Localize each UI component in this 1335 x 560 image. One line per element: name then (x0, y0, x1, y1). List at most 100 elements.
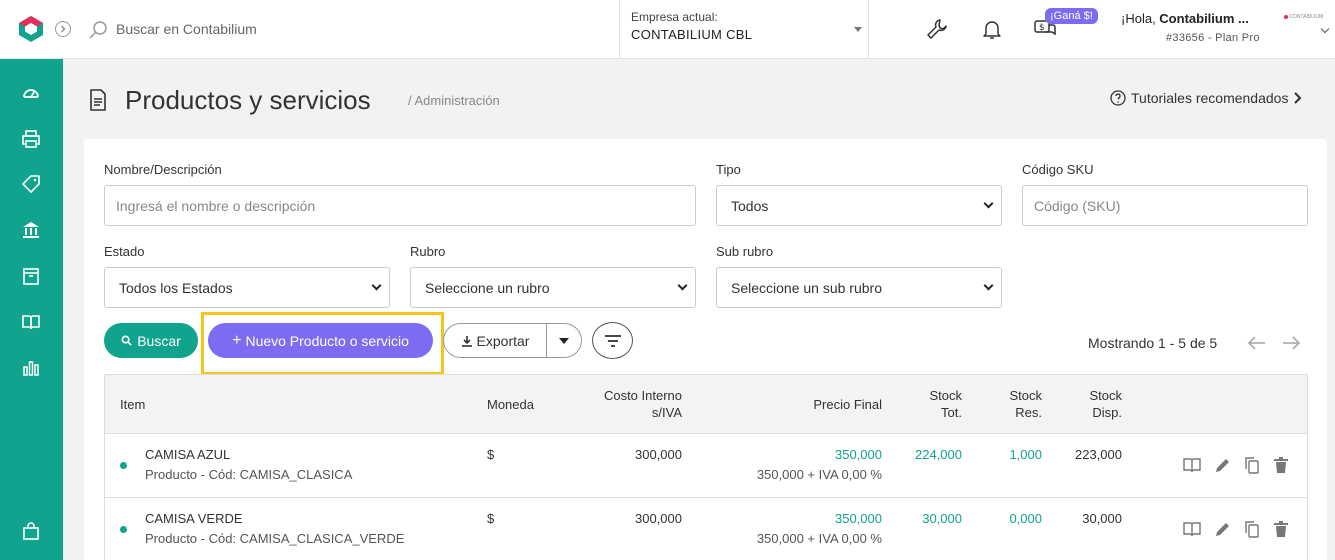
user-greeting[interactable]: ¡Hola, Contabilium ... (1121, 11, 1249, 26)
page-title: Productos y servicios (125, 85, 371, 115)
chevron-right-icon (1294, 92, 1302, 104)
earn-badge[interactable]: ¡Ganá $! (1045, 8, 1098, 24)
product-cost: 300,000 (635, 511, 682, 526)
stock-total[interactable]: 30,000 (905, 511, 962, 526)
company-selector[interactable]: Empresa actual: CONTABILIUM CBL (619, 0, 869, 59)
stock-total[interactable]: 224,000 (905, 447, 962, 462)
app-logo[interactable] (17, 15, 45, 43)
edit-icon[interactable] (1214, 520, 1232, 538)
company-value: CONTABILIUM CBL (631, 27, 753, 42)
sidebar-item-printer[interactable] (20, 128, 42, 150)
sku-filter-input[interactable] (1022, 185, 1308, 226)
printer-icon (22, 130, 40, 148)
book-icon[interactable] (1183, 520, 1201, 538)
chevron-right-icon (61, 25, 66, 33)
search-button[interactable]: Buscar (104, 323, 198, 358)
status-dot (120, 526, 127, 533)
user-menu-chevron-icon[interactable] (1320, 24, 1330, 34)
sidebar-item-dashboard[interactable] (20, 82, 42, 104)
product-price-detail: 350,000 + IVA 0,00 % (756, 467, 882, 482)
table-header: Item Moneda Costo Interno s/IVA Precio F… (105, 375, 1307, 434)
chevron-down-icon (983, 280, 994, 291)
header-stock-tot[interactable]: Stock Tot. (905, 387, 962, 421)
bell-icon[interactable] (980, 17, 1004, 41)
global-search-input[interactable] (116, 18, 416, 40)
header-stock-res[interactable]: Stock Res. (985, 387, 1042, 421)
pagination-summary: Mostrando 1 - 5 de 5 (1088, 335, 1218, 351)
svg-text:$: $ (1039, 23, 1045, 33)
export-button-label: Exportar (476, 332, 530, 349)
rubro-select[interactable]: Seleccione un rubro (410, 267, 696, 308)
new-product-button[interactable]: + Nuevo Producto o servicio (208, 323, 433, 358)
subrubro-select[interactable]: Seleccione un sub rubro (716, 267, 1002, 308)
arrow-right-icon[interactable] (1281, 334, 1301, 352)
arrow-left-icon[interactable] (1247, 334, 1267, 352)
recommended-tutorials-link[interactable]: Tutoriales recomendados (1110, 90, 1303, 106)
product-currency: $ (487, 447, 495, 462)
copy-icon[interactable] (1243, 456, 1261, 474)
product-name[interactable]: CAMISA VERDE (145, 511, 243, 526)
edit-icon[interactable] (1214, 456, 1232, 474)
header-item[interactable]: Item (120, 396, 145, 413)
filter-icon (604, 334, 621, 347)
document-icon (90, 89, 106, 111)
estado-select[interactable]: Todos los Estados (104, 267, 390, 308)
collapse-sidebar-button[interactable] (55, 21, 71, 37)
caret-down-icon (559, 337, 569, 344)
advanced-filter-button[interactable] (592, 322, 633, 359)
estado-filter-label: Estado (104, 244, 145, 259)
search-icon (121, 335, 132, 346)
help-circle-icon (1110, 90, 1126, 106)
product-detail: Producto - Cód: CAMISA_CLASICA (145, 467, 353, 482)
name-filter-input[interactable] (104, 185, 696, 226)
header-stock-disp[interactable]: Stock Disp. (1065, 387, 1122, 421)
dashboard-icon (23, 89, 39, 98)
plus-icon: + (232, 331, 242, 349)
name-filter-label: Nombre/Descripción (104, 162, 222, 177)
rubro-filter-label: Rubro (410, 244, 446, 259)
product-name[interactable]: CAMISA AZUL (145, 447, 230, 462)
book-icon (22, 315, 40, 330)
header-stock-tot-line2: Tot. (941, 405, 962, 420)
table-row[interactable]: CAMISA VERDE Producto - Cód: CAMISA_CLAS… (105, 498, 1307, 560)
company-mini-logo: CONTABILIUM (1284, 14, 1323, 20)
sidebar-item-bank[interactable] (20, 219, 42, 241)
product-price[interactable]: 350,000 (705, 447, 882, 462)
tipo-select[interactable]: Todos (716, 185, 1002, 226)
stock-reserved[interactable]: 0,000 (985, 511, 1042, 526)
product-price[interactable]: 350,000 (705, 511, 882, 526)
stock-available: 30,000 (1082, 511, 1122, 526)
chevron-down-icon (371, 280, 382, 291)
sidebar-item-book[interactable] (20, 311, 42, 333)
plan-info: #33656 - Plan Pro (1166, 32, 1260, 44)
sidebar-item-reports[interactable] (20, 357, 42, 379)
product-currency: $ (487, 511, 495, 526)
sidebar-item-tags[interactable] (20, 173, 42, 195)
caret-down-icon (854, 27, 862, 32)
header-costo-line2: s/IVA (651, 405, 682, 420)
book-icon[interactable] (1183, 456, 1201, 474)
header-precio[interactable]: Precio Final (765, 396, 882, 413)
header-moneda[interactable]: Moneda (487, 396, 534, 413)
rubro-select-value: Seleccione un rubro (425, 280, 550, 296)
new-product-button-label: Nuevo Producto o servicio (245, 332, 409, 349)
search-button-label: Buscar (137, 332, 181, 349)
trash-icon[interactable] (1272, 520, 1290, 538)
header-costo[interactable]: Costo Interno s/IVA (575, 387, 682, 421)
header-stock-disp-line2: Disp. (1092, 405, 1122, 420)
wrench-icon[interactable] (925, 17, 949, 41)
header-stock-tot-line1: Stock (929, 388, 962, 403)
download-icon (461, 335, 472, 347)
breadcrumb[interactable]: / Administración (408, 93, 500, 108)
export-dropdown-toggle[interactable] (547, 324, 581, 357)
table-row[interactable]: CAMISA AZUL Producto - Cód: CAMISA_CLASI… (105, 434, 1307, 498)
copy-icon[interactable] (1243, 520, 1261, 538)
trash-icon[interactable] (1272, 456, 1290, 474)
export-button[interactable]: Exportar (444, 324, 547, 357)
sidebar-item-box[interactable] (20, 265, 42, 287)
chevron-down-icon (983, 198, 994, 209)
header-stock-disp-line1: Stock (1089, 388, 1122, 403)
sidebar-item-shop[interactable] (20, 520, 42, 542)
stock-reserved[interactable]: 1,000 (985, 447, 1042, 462)
tipo-select-value: Todos (731, 198, 769, 214)
